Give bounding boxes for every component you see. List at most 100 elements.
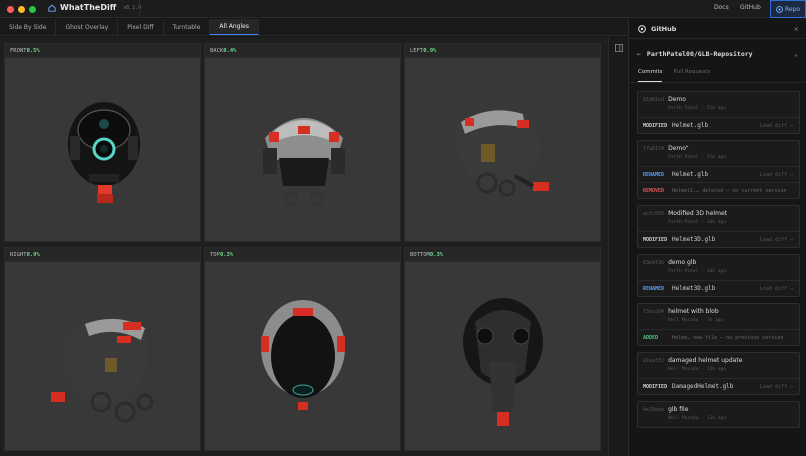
repo-button[interactable]: Repo [770, 0, 806, 18]
load-diff-button[interactable]: Load diff → [760, 123, 793, 129]
tab-pull-requests[interactable]: Pull Requests [673, 69, 710, 82]
minimize-window-button[interactable] [18, 6, 25, 13]
helmet-render-right [51, 317, 154, 423]
tab-commits[interactable]: Commits [638, 69, 663, 82]
file-row[interactable]: MODIFIED Helmet.glb Load diff → [638, 117, 799, 133]
file-status: MODIFIED [643, 122, 668, 129]
viewport-back[interactable]: BACK 0.4% [204, 43, 401, 242]
diff-percent: 0.3% [429, 251, 444, 258]
commit-sha: acfc505 [643, 211, 665, 217]
commit-meta: Parth Patel · 10h ago [668, 220, 727, 225]
commit-message: helmet with blob [668, 308, 719, 315]
github-icon [776, 5, 783, 13]
panel-tabs: Commits Pull Requests [629, 69, 806, 83]
tab-side-by-side[interactable]: Side By Side [0, 19, 57, 35]
file-row[interactable]: RENAMED Helmet3D.glb Load diff → [638, 280, 799, 296]
commit-message: damaged helmet update [668, 357, 743, 364]
viewport-label: LEFT 0.9% [405, 44, 600, 58]
load-diff-button[interactable]: Load diff → [760, 384, 793, 390]
file-name: Helmet.glb [672, 171, 709, 178]
file-name: Helmet3D.glb [672, 236, 716, 243]
panel-title: GitHub [651, 24, 677, 33]
tab-all-angles[interactable]: All Angles [210, 19, 259, 35]
close-window-button[interactable] [7, 6, 14, 13]
file-name: DamagedHelmet.glb [672, 383, 734, 390]
zoom-window-button[interactable] [29, 6, 36, 13]
commit-card: 63e9f2b demo glb Parth Patel · 10h ago REN… [637, 254, 800, 297]
viewport-right[interactable]: RIGHT 0.9% [4, 247, 201, 451]
github-link[interactable]: GitHub [740, 4, 761, 11]
commit-message: glb file [668, 406, 689, 413]
commit-meta: Parth Patel · 10h ago [668, 269, 727, 274]
commit-sha: 4e29ada [643, 407, 665, 413]
load-diff-button[interactable]: Load diff → [760, 286, 793, 292]
chevron-down-icon: ⌄ [794, 50, 798, 58]
helmet-render-left [455, 109, 549, 197]
commit-sha: 63e9f2b [643, 260, 665, 266]
diff-percent: 0.4% [223, 47, 237, 54]
commit-sha: 81d01bd [643, 97, 665, 103]
view-tabs: Side By Side Ghost Overlay Pixel Diff Tu… [0, 19, 628, 36]
repo-button-label: Repo [785, 5, 801, 13]
viewport-label: BOTTOM 0.3% [405, 248, 600, 262]
viewport-bottom[interactable]: BOTTOM 0.3% [404, 247, 601, 451]
commit-message: Demo" [668, 145, 689, 152]
file-name: Helmet1.… deleted — no current version [672, 187, 787, 194]
commit-card: a1ea3f2 damaged helmet update Neil Mosada … [637, 352, 800, 395]
file-row: REMOVED Helmet1.… deleted — no current ve… [638, 182, 799, 198]
file-name: Helmet3D.glb [672, 285, 716, 292]
close-panel-button[interactable]: × [794, 25, 799, 33]
docs-link[interactable]: Docs [714, 4, 729, 11]
commit-card: 81d01bd Demo Parth Patel · 51m ago MODIFIE… [637, 91, 800, 134]
tab-ghost-overlay[interactable]: Ghost Overlay [56, 19, 119, 35]
load-diff-button[interactable]: Load diff → [760, 172, 793, 178]
commit-card: f7a8174 Demo" Parth Patel · 52m ago RENAME… [637, 140, 800, 199]
diff-percent: 0.5% [26, 47, 40, 54]
file-row: ADDED Helme… new file — no previous versi… [638, 329, 799, 345]
home-icon [48, 4, 56, 12]
viewport-label: BACK 0.4% [205, 44, 400, 58]
diff-percent: 0.9% [26, 251, 40, 258]
commit-list: 81d01bd Demo Parth Patel · 51m ago MODIFIE… [637, 91, 800, 434]
commit-card: 4e29ada glb file Neil Mosada · 13h ago [637, 401, 800, 428]
file-status: REMOVED [643, 187, 665, 194]
commit-meta: Neil Mosada · 13h ago [668, 367, 727, 372]
commit-meta: Parth Patel · 52m ago [668, 155, 727, 160]
repo-name: ParthPatel00/GLB-Repository [646, 50, 753, 58]
viewport-left[interactable]: LEFT 0.9% [404, 43, 601, 242]
diff-percent: 0.3% [219, 251, 234, 258]
angle-grid: FRONT 0.5% BACK 0.4% LEFT 0.9% RIGHT 0.9… [0, 37, 608, 456]
helmet-render-top [261, 300, 345, 410]
file-status: RENAMED [643, 285, 665, 292]
file-row[interactable]: RENAMED Helmet.glb Load diff → [638, 166, 799, 182]
commit-meta: Parth Patel · 51m ago [668, 106, 727, 111]
commit-card: 73ecd04 helmet with blob Neil Mosada · 1h … [637, 303, 800, 346]
helmet-render-front [68, 102, 140, 203]
back-arrow-icon[interactable]: ← [637, 50, 641, 58]
viewport-label: TOP 0.3% [205, 248, 400, 262]
repo-selector[interactable]: ← ParthPatel00/GLB-Repository ⌄ [629, 39, 806, 69]
commit-sha: 73ecd04 [643, 309, 665, 315]
app-name: WhatTheDiff [60, 3, 117, 12]
commit-message: demo glb [668, 259, 697, 266]
collapse-panel-icon[interactable] [615, 44, 623, 52]
helmet-render-bottom [463, 298, 543, 426]
app-title: WhatTheDiff v0.1.0 [48, 3, 141, 12]
github-icon [638, 24, 646, 33]
panel-header: GitHub × [629, 19, 806, 39]
github-panel: GitHub × ← ParthPatel00/GLB-Repository ⌄… [628, 19, 806, 456]
commit-message: Demo [668, 96, 686, 103]
file-name: Helme… new file — no previous version [672, 334, 784, 341]
commit-message: Modified 3D helmet [668, 210, 727, 217]
viewport-top[interactable]: TOP 0.3% [204, 247, 401, 451]
title-divider [139, 0, 140, 18]
file-row[interactable]: MODIFIED DamagedHelmet.glb Load diff → [638, 378, 799, 394]
load-diff-button[interactable]: Load diff → [760, 237, 793, 243]
file-status: MODIFIED [643, 236, 668, 243]
tab-turntable[interactable]: Turntable [164, 19, 211, 35]
viewport-front[interactable]: FRONT 0.5% [4, 43, 201, 242]
tab-pixel-diff[interactable]: Pixel Diff [118, 19, 164, 35]
commit-meta: Neil Mosada · 13h ago [668, 416, 727, 421]
helmet-render-back [263, 118, 345, 205]
file-row[interactable]: MODIFIED Helmet3D.glb Load diff → [638, 231, 799, 247]
